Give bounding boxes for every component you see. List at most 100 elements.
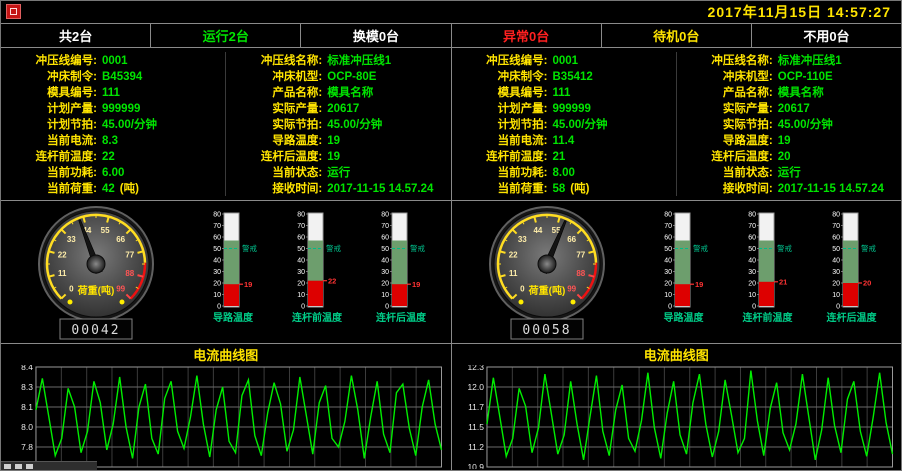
svg-text:40: 40 <box>832 257 840 264</box>
info-label: 导路温度: <box>677 132 773 148</box>
svg-text:22: 22 <box>508 251 517 260</box>
svg-text:荷重(吨): 荷重(吨) <box>77 284 115 297</box>
svg-text:30: 30 <box>297 269 305 276</box>
info-value: 999999 <box>102 103 140 115</box>
svg-text:70: 70 <box>381 223 389 230</box>
info-label: 连杆后温度: <box>677 148 773 164</box>
thermometer-link-rear-temp: 01020304050607080警戒19 连杆后温度 <box>359 201 443 343</box>
svg-text:20: 20 <box>832 280 840 287</box>
info-value: OCP-110E <box>778 71 833 83</box>
hmi-screen: 2017年11月15日 14:57:27 共2台 运行2台 换模0台 异常0台 … <box>0 0 902 471</box>
info-value: OCP-80E <box>327 71 376 83</box>
info-label: 当前电流: <box>452 132 548 148</box>
info-row: 接收时间:2017-11-15 14.57.24 <box>677 180 901 196</box>
info-row: 模具编号:111 <box>1 84 225 100</box>
status-mold-change-label: 换模0台 <box>353 26 399 45</box>
info-label: 当前功耗: <box>1 164 97 180</box>
taskbar-sliver[interactable] <box>1 461 97 470</box>
info-col-first: 冲压线编号:0001 冲床制令:B45394 模具编号:111 计划产量:999… <box>1 52 225 196</box>
thermometer-svg: 01020304050607080警戒22 <box>276 208 358 312</box>
info-value: 0001 <box>102 55 128 67</box>
info-row: 接收时间:2017-11-15 14.57.24 <box>226 180 450 196</box>
svg-text:50: 50 <box>748 246 756 253</box>
thermometer-guide-temp: 01020304050607080警戒19 导路温度 <box>191 201 275 343</box>
svg-text:警戒: 警戒 <box>410 243 425 253</box>
info-value: 6.00 <box>102 167 124 179</box>
info-value: B45394 <box>102 71 142 83</box>
svg-text:60: 60 <box>213 234 221 241</box>
thermometer-label: 导路温度 <box>664 312 704 325</box>
info-value: 运行 <box>778 164 801 180</box>
info-value: 20617 <box>778 103 810 115</box>
svg-text:11.5: 11.5 <box>468 422 484 432</box>
svg-text:60: 60 <box>664 234 672 241</box>
window-icon[interactable] <box>15 464 22 469</box>
info-label: 冲压线名称: <box>677 52 773 68</box>
status-unused: 不用0台 <box>752 24 901 47</box>
thermometer-link-front-temp: 01020304050607080警戒22 连杆前温度 <box>275 201 359 343</box>
svg-text:50: 50 <box>297 246 305 253</box>
svg-text:66: 66 <box>116 235 125 244</box>
tray-icon[interactable] <box>26 464 33 469</box>
svg-text:8.1: 8.1 <box>21 402 33 412</box>
info-label: 当前状态: <box>226 164 322 180</box>
main-area: 冲压线编号:0001 冲床制令:B45394 模具编号:111 计划产量:999… <box>1 48 901 470</box>
info-value: 11.4 <box>553 135 575 147</box>
info-row: 模具编号:111 <box>452 84 676 100</box>
svg-text:20: 20 <box>664 280 672 287</box>
svg-text:12.3: 12.3 <box>467 365 484 372</box>
info-value: 42 <box>102 183 115 195</box>
svg-text:荷重(吨): 荷重(吨) <box>527 284 565 297</box>
info-row: 当前功耗: 8.00 <box>452 164 676 180</box>
info-value: 21 <box>553 151 566 163</box>
svg-text:77: 77 <box>125 251 134 260</box>
svg-text:60: 60 <box>381 234 389 241</box>
svg-text:11.2: 11.2 <box>468 442 484 452</box>
svg-text:11.7: 11.7 <box>468 402 484 412</box>
svg-text:33: 33 <box>67 235 76 244</box>
meters-row: 0112233445566778899荷重(吨)00042 0102030405… <box>1 201 451 344</box>
app-icon[interactable] <box>6 4 21 19</box>
info-value: 模具名称 <box>778 84 824 100</box>
start-icon[interactable] <box>4 464 11 469</box>
thermometer-link-front-temp: 01020304050607080警戒21 连杆前温度 <box>726 201 810 343</box>
info-row: 当前功耗: 6.00 <box>1 164 225 180</box>
svg-text:50: 50 <box>664 246 672 253</box>
info-value: 运行 <box>327 164 350 180</box>
svg-text:77: 77 <box>576 251 585 260</box>
thermometer-label: 导路温度 <box>213 312 253 325</box>
info-value: 标准冲压线1 <box>327 52 391 68</box>
info-value: 45.00/分钟 <box>778 116 833 132</box>
svg-text:30: 30 <box>213 269 221 276</box>
svg-text:10: 10 <box>748 292 756 299</box>
svg-text:8.4: 8.4 <box>21 365 33 372</box>
svg-text:12.0: 12.0 <box>467 382 484 392</box>
info-row: 计划节拍:45.00/分钟 <box>452 116 676 132</box>
thermometer-label: 连杆前温度 <box>292 312 342 325</box>
info-row: 产品名称:模具名称 <box>226 84 450 100</box>
info-label: 冲床制令: <box>452 68 548 84</box>
thermometer-label: 连杆后温度 <box>827 312 877 325</box>
info-label: 产品名称: <box>226 84 322 100</box>
svg-text:70: 70 <box>297 223 305 230</box>
info-value: 111 <box>102 87 120 99</box>
svg-text:22: 22 <box>58 251 67 260</box>
info-row: 连杆前温度:22 <box>1 148 225 164</box>
status-unused-label: 不用0台 <box>803 26 849 45</box>
svg-text:21: 21 <box>779 277 787 286</box>
svg-text:30: 30 <box>664 269 672 276</box>
info-value: 111 <box>553 87 571 99</box>
info-value: 0001 <box>553 55 579 67</box>
info-label: 实际节拍: <box>226 116 322 132</box>
info-label: 计划节拍: <box>452 116 548 132</box>
info-label: 当前功耗: <box>452 164 548 180</box>
info-value: 8.00 <box>553 167 575 179</box>
svg-text:30: 30 <box>381 269 389 276</box>
info-value: 8.3 <box>102 135 118 147</box>
info-row: 计划产量:999999 <box>1 100 225 116</box>
current-chart-section: 电流曲线图 8.48.38.18.07.87.7 <box>1 344 451 470</box>
thermometer-label: 连杆后温度 <box>376 312 426 325</box>
status-abnormal: 异常0台 <box>452 24 602 47</box>
svg-text:0: 0 <box>385 303 389 310</box>
info-label: 产品名称: <box>677 84 773 100</box>
